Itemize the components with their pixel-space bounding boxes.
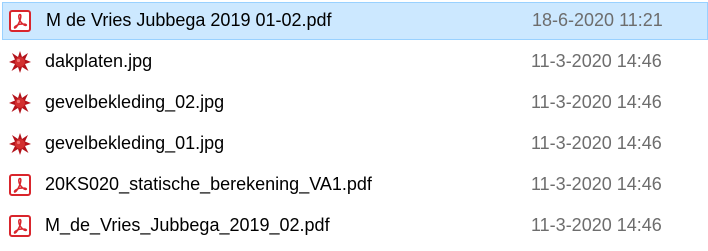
pdf-icon — [8, 173, 32, 197]
file-name: dakplaten.jpg — [45, 51, 153, 71]
jpg-image-icon — [8, 132, 32, 156]
file-row[interactable]: M_de_Vries_Jubbega_2019_02.pdf 11-3-2020… — [2, 207, 708, 245]
file-list: M de Vries Jubbega 2019 01-02.pdf 18-6-2… — [0, 0, 708, 251]
file-modified-date: 11-3-2020 14:46 — [531, 92, 662, 112]
file-modified-date: 11-3-2020 14:46 — [531, 174, 662, 194]
file-name: gevelbekleding_02.jpg — [45, 92, 225, 112]
jpg-image-icon — [8, 91, 32, 115]
file-name: gevelbekleding_01.jpg — [45, 133, 225, 153]
file-modified-date: 11-3-2020 14:46 — [531, 215, 662, 235]
file-modified-date: 11-3-2020 14:46 — [531, 51, 662, 71]
file-row[interactable]: 20KS020_statische_berekening_VA1.pdf 11-… — [2, 166, 708, 204]
file-name: M de Vries Jubbega 2019 01-02.pdf — [46, 10, 332, 30]
jpg-image-icon — [8, 50, 32, 74]
pdf-icon — [8, 214, 32, 238]
pdf-icon — [8, 9, 32, 33]
file-modified-date: 18-6-2020 11:21 — [532, 10, 663, 30]
file-name: M_de_Vries_Jubbega_2019_02.pdf — [45, 215, 330, 235]
file-row[interactable]: dakplaten.jpg 11-3-2020 14:46 — [2, 43, 708, 81]
file-row[interactable]: gevelbekleding_02.jpg 11-3-2020 14:46 — [2, 84, 708, 122]
file-name: 20KS020_statische_berekening_VA1.pdf — [45, 174, 372, 194]
file-row[interactable]: gevelbekleding_01.jpg 11-3-2020 14:46 — [2, 125, 708, 163]
file-row[interactable]: M de Vries Jubbega 2019 01-02.pdf 18-6-2… — [2, 2, 708, 40]
file-modified-date: 11-3-2020 14:46 — [531, 133, 662, 153]
